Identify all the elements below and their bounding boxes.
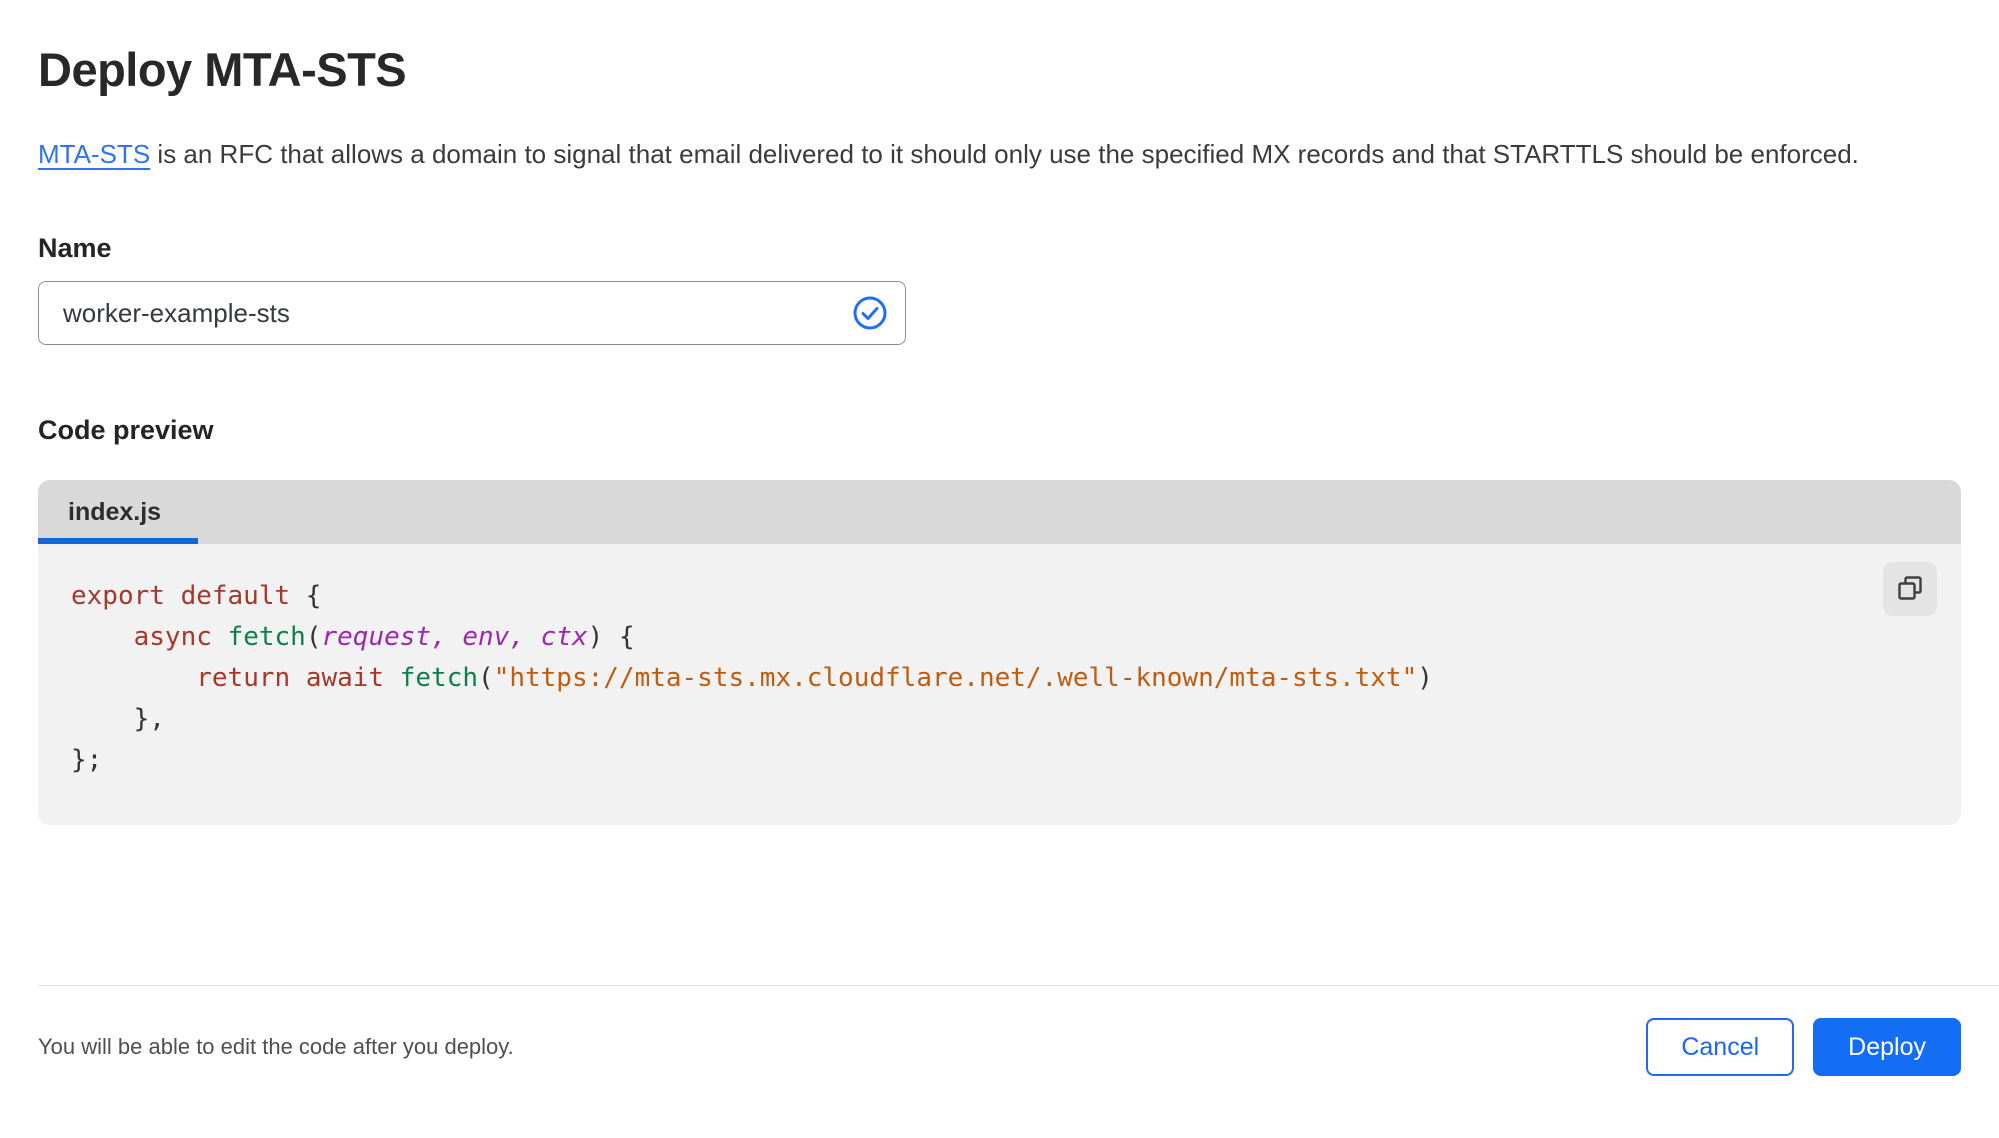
deploy-mta-sts-page: Deploy MTA-STS MTA-STS is an RFC that al…	[0, 0, 1999, 1138]
code-line: },	[71, 704, 165, 734]
cancel-button[interactable]: Cancel	[1646, 1018, 1795, 1076]
page-description: MTA-STS is an RFC that allows a domain t…	[38, 131, 1888, 177]
copy-icon	[1896, 574, 1924, 605]
code-line: return await fetch("https://mta-sts.mx.c…	[196, 663, 1433, 693]
code-editor: export default { async fetch(request, en…	[38, 544, 1961, 825]
code-line: async fetch(request, env, ctx) {	[133, 622, 635, 652]
mta-sts-link[interactable]: MTA-STS	[38, 139, 150, 169]
name-label: Name	[38, 233, 112, 263]
code-lines: export default { async fetch(request, en…	[71, 576, 1871, 781]
code-preview-card: index.js export default { async fetch(re…	[38, 480, 1961, 825]
code-line: export default {	[71, 581, 322, 611]
check-circle-icon	[852, 295, 888, 331]
code-preview-label: Code preview	[38, 415, 214, 445]
footer-actions: Cancel Deploy	[1646, 1018, 1961, 1076]
deploy-note: You will be able to edit the code after …	[38, 1034, 514, 1059]
tab-index-js-label: index.js	[68, 497, 162, 526]
name-input-wrap	[38, 281, 906, 345]
page-title: Deploy MTA-STS	[38, 43, 407, 96]
footer-divider	[38, 985, 1999, 986]
footer: You will be able to edit the code after …	[38, 1018, 1961, 1076]
page-description-text: is an RFC that allows a domain to signal…	[150, 139, 1859, 169]
name-input[interactable]	[38, 281, 906, 345]
deploy-button[interactable]: Deploy	[1813, 1018, 1961, 1076]
code-line: };	[71, 745, 103, 775]
copy-code-button[interactable]	[1883, 562, 1937, 616]
tab-index-js[interactable]: index.js	[38, 480, 198, 544]
code-tab-bar: index.js	[38, 480, 1961, 544]
